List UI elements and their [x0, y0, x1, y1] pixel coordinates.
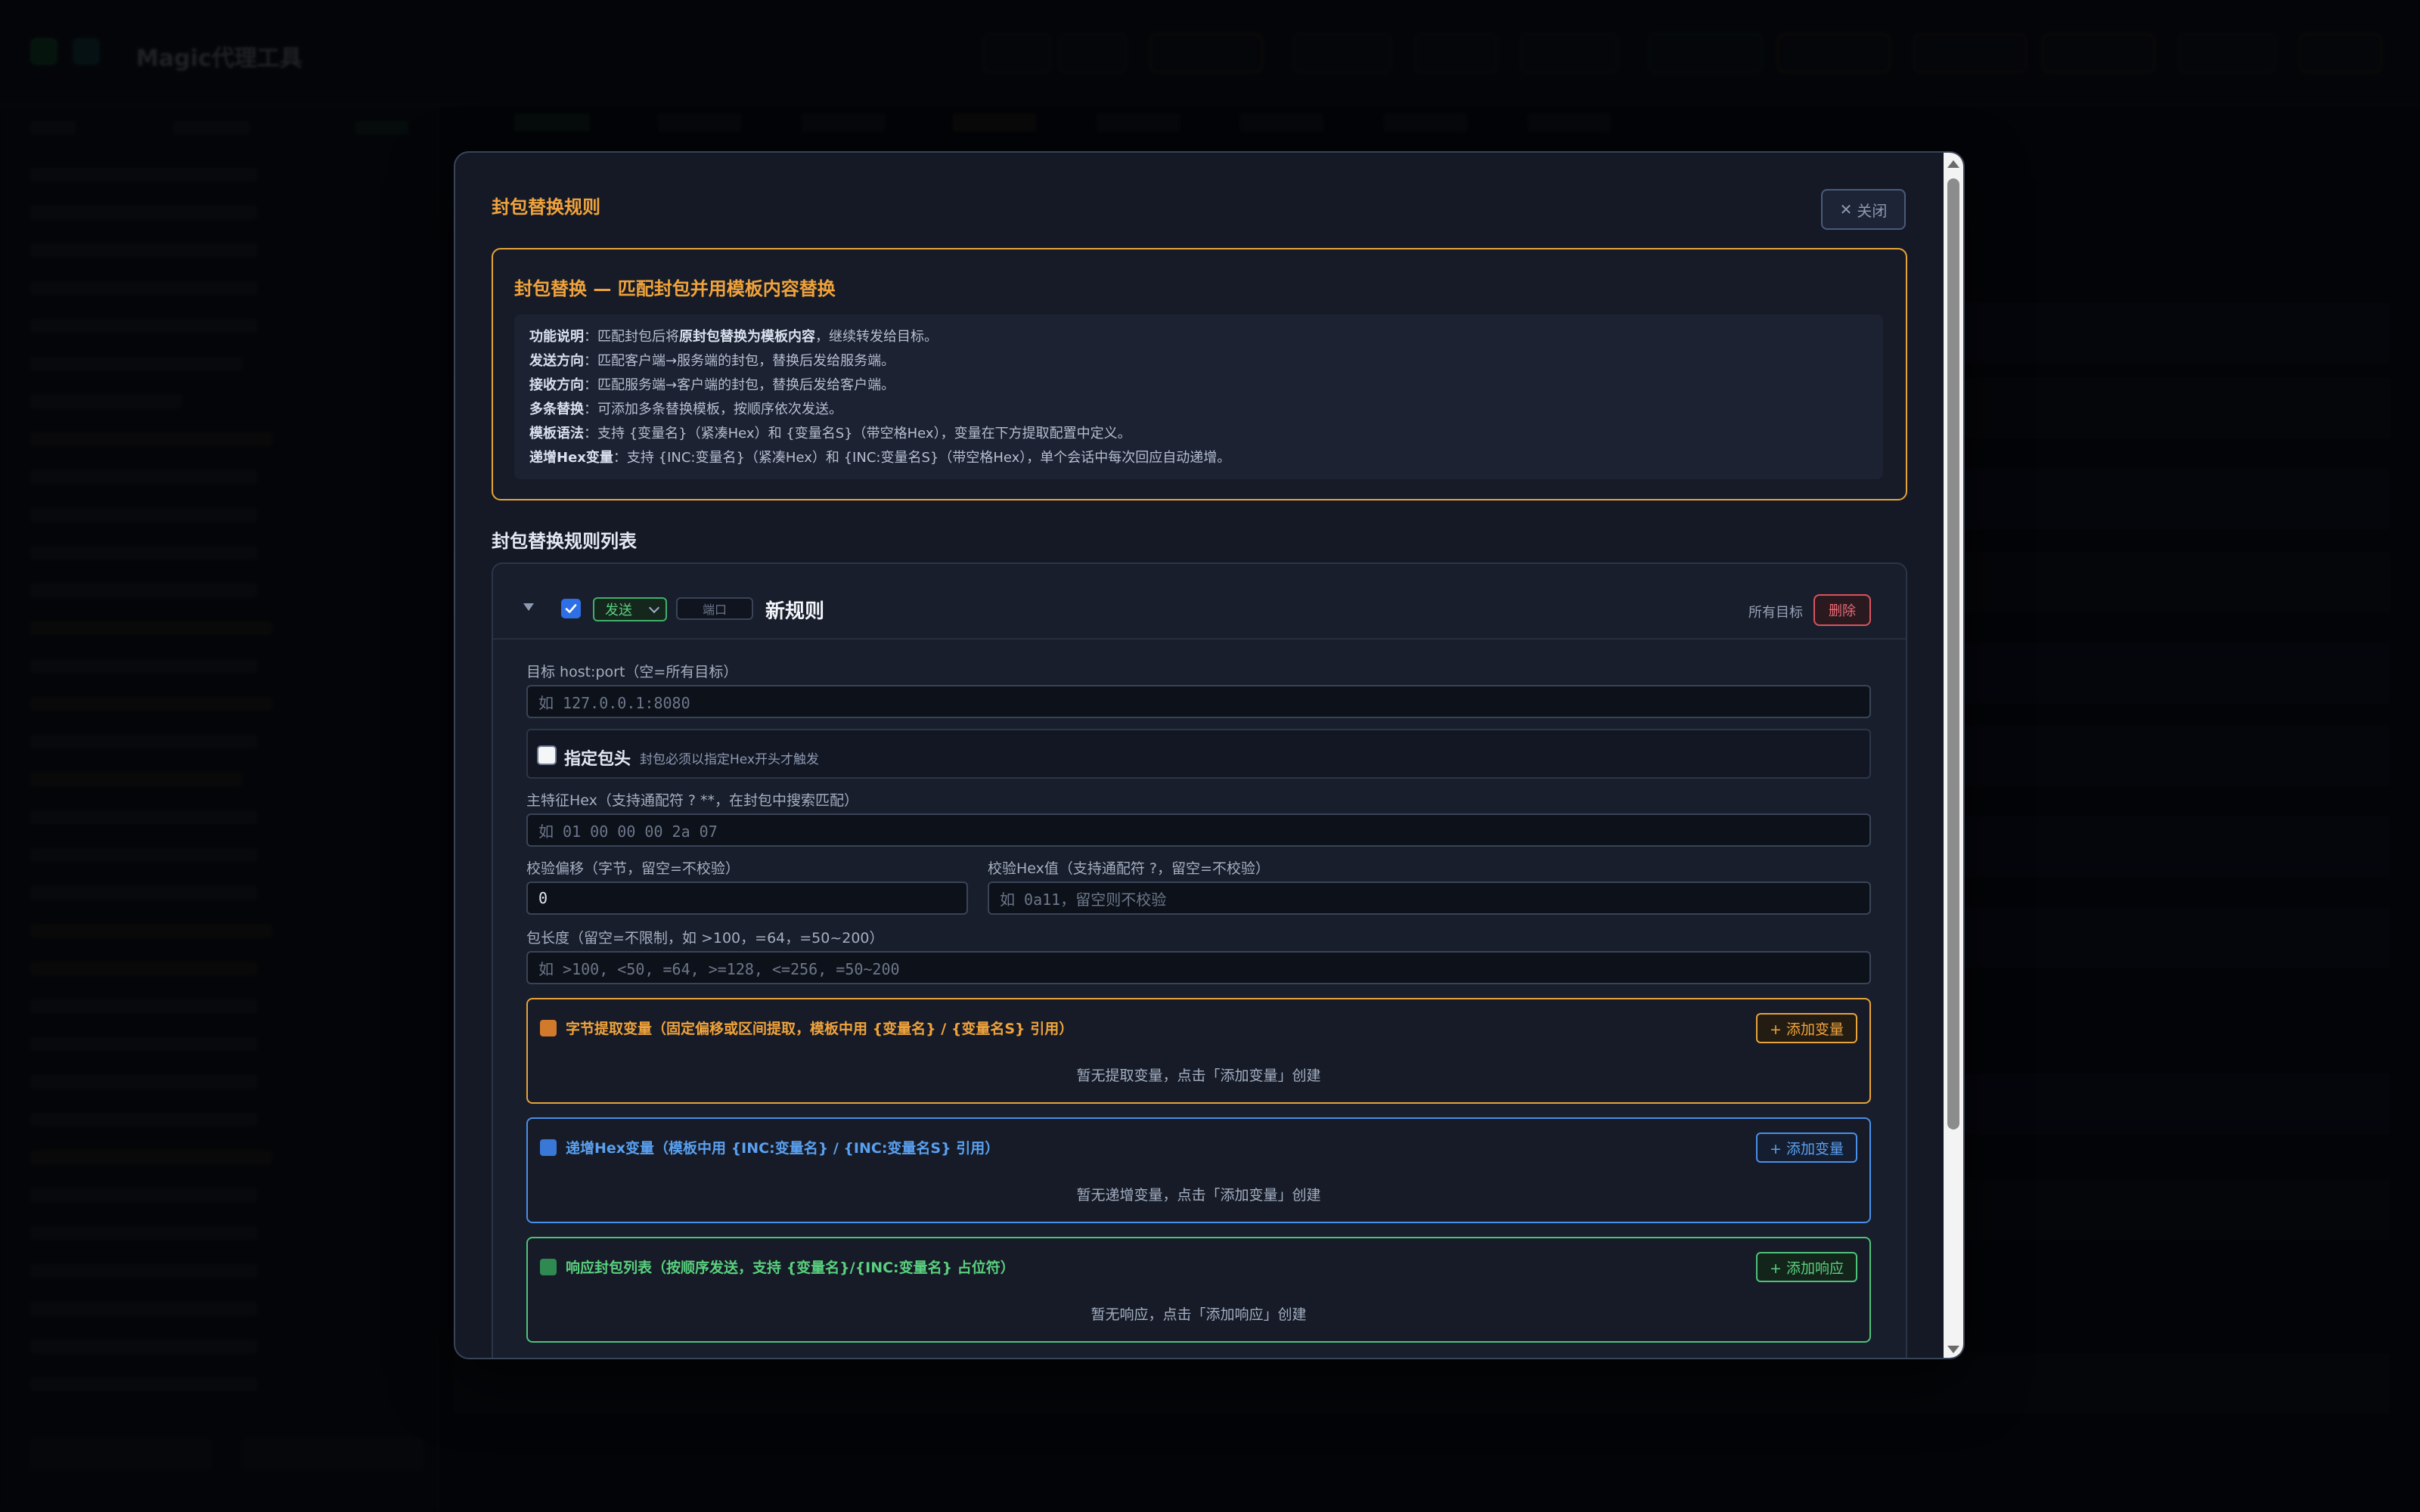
- check-hex-input[interactable]: 如 0a11，留空则不校验: [988, 881, 1871, 915]
- delete-rule-button[interactable]: 删除: [1813, 594, 1871, 626]
- header-hint: 封包必须以指定Hex开头才触发: [640, 752, 820, 767]
- length-input[interactable]: 如 >100, <50, =64, >=128, <=256, =50~200: [526, 951, 1871, 984]
- extract-vars-empty: 暂无提取变量，点击「添加变量」创建: [1076, 1067, 1321, 1084]
- response-list-title: 响应封包列表（按顺序发送，支持 {变量名}/{INC:变量名} 占位符）: [540, 1256, 1015, 1277]
- rule-enabled-checkbox[interactable]: [561, 599, 581, 618]
- add-increment-var-button[interactable]: + 添加变量: [1756, 1132, 1857, 1163]
- main-hex-input[interactable]: 如 01 00 00 00 2a 07: [526, 813, 1871, 847]
- extract-vars-title: 字节提取变量（固定偏移或区间提取，模板中用 {变量名} / {变量名S} 引用）: [540, 1018, 1073, 1038]
- main-hex-label: 主特征Hex（支持通配符 ? **，在封包中搜索匹配）: [526, 792, 859, 809]
- scroll-thumb[interactable]: [1947, 178, 1959, 1129]
- info-line: 多条替换：可添加多条替换模板，按顺序依次发送。: [529, 401, 842, 417]
- info-line: 接收方向：匹配服务端→客户端的封包，替换后发给客户端。: [529, 377, 895, 393]
- increment-vars-section: 递增Hex变量（模板中用 {INC:变量名} / {INC:变量名S} 引用） …: [526, 1117, 1871, 1223]
- modal-content: 封包替换规则 ✕ 关闭 封包替换 — 匹配封包并用模板内容替换 功能说明：匹配封…: [455, 153, 1947, 1358]
- port-input[interactable]: 端口: [676, 597, 753, 620]
- add-extract-var-button[interactable]: + 添加变量: [1756, 1013, 1857, 1043]
- header-checkbox[interactable]: [537, 745, 557, 765]
- check-hex-label: 校验Hex值（支持通配符 ?，留空=不校验）: [988, 860, 1270, 877]
- outbox-tray-icon: [540, 1259, 557, 1275]
- close-icon: ✕: [1839, 200, 1853, 218]
- check-offset-input[interactable]: 0: [526, 881, 968, 915]
- info-heading: 封包替换 — 匹配封包并用模板内容替换: [514, 278, 836, 299]
- target-input[interactable]: 如 127.0.0.1:8080: [526, 685, 1871, 718]
- replace-rules-modal: 封包替换规则 ✕ 关闭 封包替换 — 匹配封包并用模板内容替换 功能说明：匹配封…: [454, 151, 1965, 1359]
- increment-vars-title: 递增Hex变量（模板中用 {INC:变量名} / {INC:变量名S} 引用）: [540, 1137, 999, 1157]
- check-offset-label: 校验偏移（字节，留空=不校验）: [526, 860, 740, 877]
- scroll-up-icon[interactable]: [1947, 160, 1959, 168]
- direction-select[interactable]: 发送: [593, 597, 667, 621]
- numbers-icon: [540, 1139, 557, 1156]
- length-label: 包长度（留空=不限制，如 >100，=64，=50~200）: [526, 930, 884, 947]
- info-line: 功能说明：匹配封包后将原封包替换为模板内容，继续转发给目标。: [529, 329, 938, 345]
- rule-name[interactable]: 新规则: [765, 596, 824, 624]
- increment-vars-empty: 暂无递增变量，点击「添加变量」创建: [1076, 1187, 1321, 1204]
- inbox-tray-icon: [540, 1020, 557, 1036]
- rule-card: 发送 端口 新规则 所有目标 删除 目标 host:port（空=所有目标） 如…: [492, 562, 1907, 1358]
- target-label: 目标 host:port（空=所有目标）: [526, 664, 738, 680]
- scroll-down-icon[interactable]: [1947, 1346, 1959, 1353]
- header-match-box: 指定包头 封包必须以指定Hex开头才触发: [526, 729, 1871, 779]
- info-line: 递增Hex变量：支持 {INC:变量名}（紧凑Hex）和 {INC:变量名S}（…: [529, 450, 1231, 466]
- close-button-label: 关闭: [1857, 201, 1888, 220]
- info-box: 封包替换 — 匹配封包并用模板内容替换 功能说明：匹配封包后将原封包替换为模板内…: [492, 248, 1907, 500]
- rule-header: 发送 端口 新规则 所有目标 删除: [493, 564, 1906, 640]
- modal-scrollbar[interactable]: [1944, 153, 1963, 1358]
- add-response-button[interactable]: + 添加响应: [1756, 1252, 1857, 1282]
- direction-value: 发送: [605, 603, 632, 618]
- collapse-caret-icon[interactable]: [523, 603, 534, 611]
- response-list-empty: 暂无响应，点击「添加响应」创建: [1091, 1306, 1307, 1323]
- header-checkbox-label[interactable]: 指定包头: [564, 745, 631, 770]
- check-icon: [565, 604, 577, 613]
- info-line: 模板语法：支持 {变量名}（紧凑Hex）和 {变量名S}（带空格Hex），变量在…: [529, 426, 1131, 442]
- response-list-section: 响应封包列表（按顺序发送，支持 {变量名}/{INC:变量名} 占位符） + 添…: [526, 1237, 1871, 1343]
- info-description: 功能说明：匹配封包后将原封包替换为模板内容，继续转发给目标。 发送方向：匹配客户…: [514, 314, 1883, 479]
- close-button[interactable]: ✕ 关闭: [1821, 189, 1906, 230]
- rule-list-heading: 封包替换规则列表: [492, 531, 637, 552]
- chevron-down-icon: [648, 602, 660, 614]
- modal-title: 封包替换规则: [492, 197, 600, 218]
- target-scope-label: 所有目标: [1748, 605, 1803, 621]
- extract-vars-section: 字节提取变量（固定偏移或区间提取，模板中用 {变量名} / {变量名S} 引用）…: [526, 998, 1871, 1104]
- info-line: 发送方向：匹配客户端→服务端的封包，替换后发给服务端。: [529, 353, 895, 369]
